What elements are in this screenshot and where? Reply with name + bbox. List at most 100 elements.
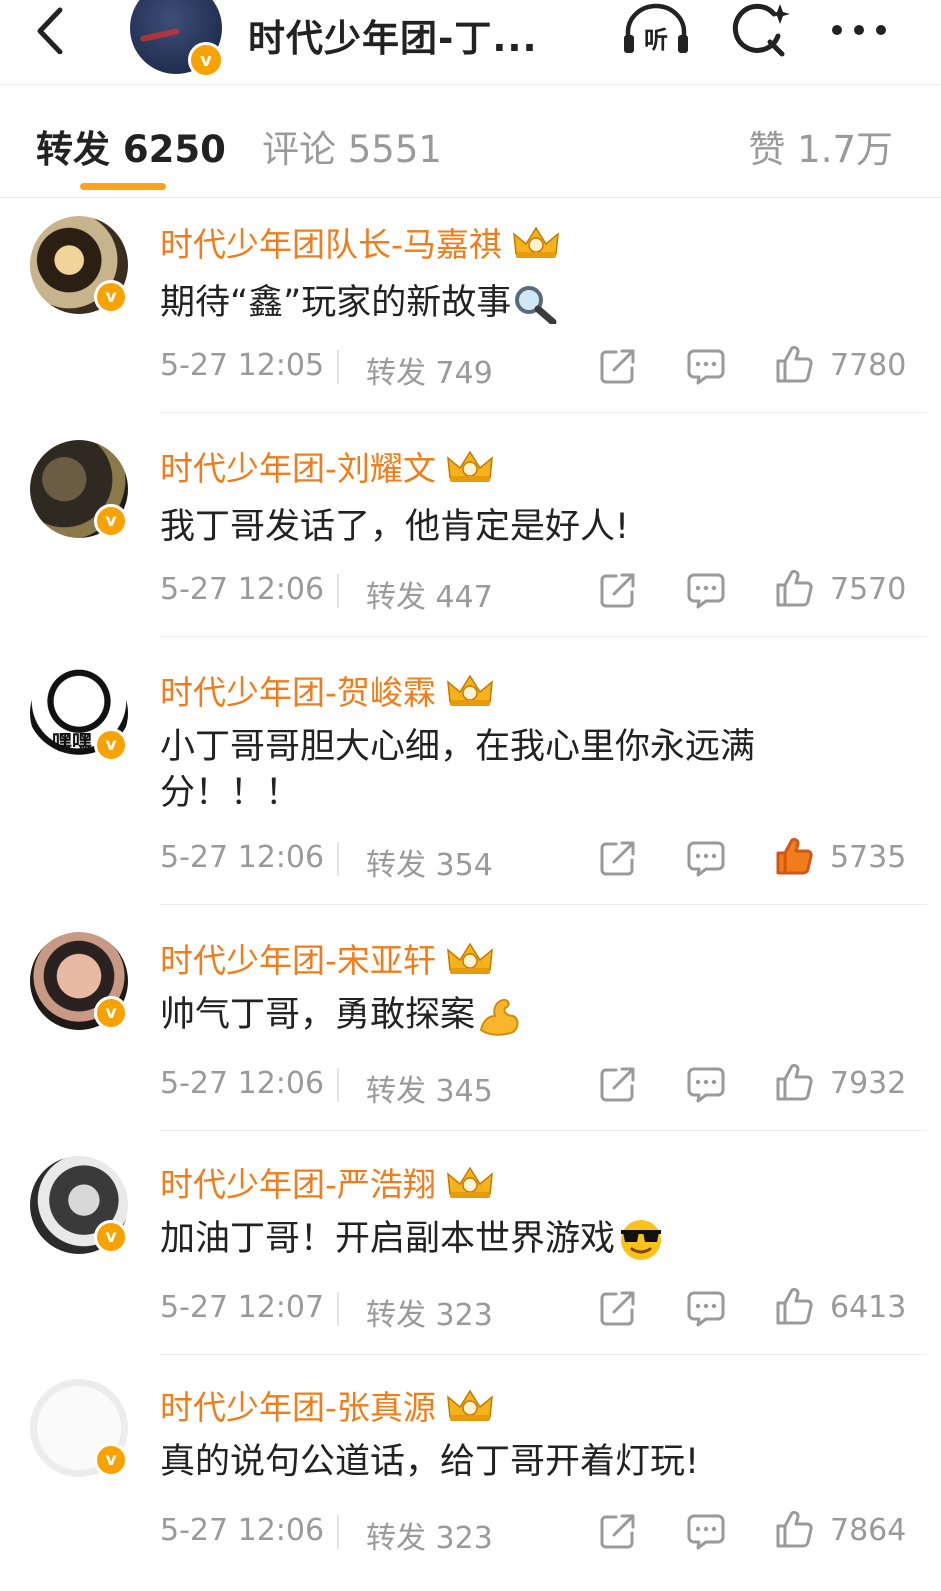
commenter-name-text: 时代少年团-宋亚轩 — [160, 941, 436, 980]
share-button[interactable] — [598, 838, 638, 878]
like-button[interactable] — [774, 344, 814, 384]
comment-bubble-icon — [687, 1291, 725, 1327]
like-button[interactable] — [774, 1509, 814, 1549]
share-icon — [600, 841, 635, 876]
muscle-emoji-icon — [479, 998, 519, 1036]
comment-text-body: 小丁哥哥胆大心细，在我心里你永远满分！！！ — [160, 727, 756, 813]
share-button[interactable] — [598, 570, 638, 610]
commenter-name-text: 时代少年团-刘耀文 — [160, 449, 436, 488]
page-title: 时代少年团-丁... — [248, 17, 538, 60]
author-avatar[interactable]: v — [130, 0, 224, 78]
repost-count[interactable]: 转发 323 — [366, 1513, 493, 1557]
commenter-name[interactable]: 时代少年团-宋亚轩 — [160, 934, 494, 982]
commenter-avatar[interactable]: v — [30, 1156, 128, 1254]
comment-meta: 5-27 12:06 转发 345 7932 — [160, 1063, 906, 1109]
more-button[interactable] — [828, 2, 890, 58]
share-icon — [600, 349, 635, 384]
comment-meta: 5-27 12:06 转发 323 7864 — [160, 1510, 906, 1556]
commenter-name-text: 时代少年团-张真源 — [160, 1388, 436, 1427]
comment-text: 加油丁哥！开启副本世界游戏 — [160, 1216, 840, 1262]
commenter-avatar[interactable]: v — [30, 216, 128, 314]
comment-text: 我丁哥发话了，他肯定是好人! — [160, 504, 840, 550]
verified-badge-icon: v — [94, 728, 128, 762]
meta-divider — [337, 350, 339, 384]
thumbs-up-icon — [776, 345, 813, 383]
top-bar: v 时代少年团-丁... 听 — [0, 0, 941, 85]
like-button[interactable] — [774, 1286, 814, 1326]
verified-badge-icon: v — [94, 996, 128, 1030]
svg-text:听: 听 — [644, 26, 668, 54]
tab-repost[interactable]: 转发 6250 — [36, 119, 226, 173]
avatar-caption: 嘿嘿 — [52, 730, 92, 754]
comment-meta: 5-27 12:06 转发 354 5735 — [160, 837, 906, 883]
reply-button[interactable] — [686, 1288, 726, 1328]
comment-text-body: 期待“鑫”玩家的新故事 — [160, 283, 512, 323]
comment-bubble-icon — [687, 349, 725, 385]
repost-count[interactable]: 转发 345 — [366, 1066, 493, 1110]
commenter-name[interactable]: 时代少年团-刘耀文 — [160, 442, 494, 490]
share-button[interactable] — [598, 1288, 638, 1328]
thumbs-up-icon — [776, 1510, 813, 1548]
meta-divider — [337, 574, 339, 608]
commenter-avatar[interactable]: v — [30, 932, 128, 1030]
reply-button[interactable] — [686, 346, 726, 386]
thumbs-up-icon — [776, 837, 813, 875]
comment-meta: 5-27 12:06 转发 447 7570 — [160, 569, 906, 615]
verified-badge-icon: v — [94, 1220, 128, 1254]
crown-badge-icon — [446, 450, 493, 482]
commenter-name[interactable]: 时代少年团-张真源 — [160, 1381, 494, 1429]
tab-like[interactable]: 赞 1.7万 — [748, 119, 893, 173]
crown-badge-icon — [512, 226, 559, 258]
back-button[interactable] — [28, 4, 78, 54]
search-button[interactable] — [730, 2, 792, 58]
like-button[interactable] — [774, 568, 814, 608]
repost-count[interactable]: 转发 354 — [366, 840, 493, 884]
comment-text-body: 加油丁哥！开启副本世界游戏 — [160, 1219, 616, 1259]
comment-time: 5-27 12:06 — [160, 1513, 325, 1548]
repost-count[interactable]: 转发 447 — [366, 572, 493, 616]
sunglasses-emoji-icon — [621, 1220, 662, 1260]
emoji-slot — [475, 995, 521, 1036]
share-icon — [600, 1291, 635, 1326]
thumbs-up-icon — [776, 569, 813, 607]
commenter-name[interactable]: 时代少年团-贺峻霖 — [160, 666, 494, 714]
comment-time: 5-27 12:06 — [160, 1066, 325, 1101]
commenter-avatar[interactable]: 嘿嘿 v — [30, 664, 128, 762]
crown-badge-icon — [446, 1166, 493, 1198]
repost-count[interactable]: 转发 749 — [366, 348, 493, 392]
more-dots-icon — [832, 25, 886, 35]
commenter-name[interactable]: 时代少年团队长-马嘉祺 — [160, 218, 560, 266]
share-button[interactable] — [598, 346, 638, 386]
reply-button[interactable] — [686, 838, 726, 878]
repost-count[interactable]: 转发 323 — [366, 1290, 493, 1334]
reply-button[interactable] — [686, 570, 726, 610]
commenter-avatar[interactable]: v — [30, 440, 128, 538]
commenter-name[interactable]: 时代少年团-严浩翔 — [160, 1158, 494, 1206]
share-button[interactable] — [598, 1064, 638, 1104]
verified-badge-icon: v — [94, 504, 128, 538]
reply-button[interactable] — [686, 1511, 726, 1551]
crown-badge-icon — [446, 1389, 493, 1421]
search-sparkle-icon — [732, 3, 790, 57]
comment-time: 5-27 12:06 — [160, 572, 325, 607]
emoji-slot — [615, 1219, 665, 1260]
share-button[interactable] — [598, 1511, 638, 1551]
commenter-avatar[interactable]: v — [30, 1379, 128, 1477]
comment-text: 期待“鑫”玩家的新故事 — [160, 280, 840, 326]
like-button[interactable] — [774, 1062, 814, 1102]
comment-bubble-icon — [687, 1067, 725, 1103]
comment-text-body: 帅气丁哥，勇敢探案 — [160, 995, 476, 1035]
like-count: 7570 — [830, 572, 907, 607]
comment-divider — [160, 904, 927, 905]
reply-button[interactable] — [686, 1064, 726, 1104]
meta-divider — [337, 1292, 339, 1326]
thumbs-up-icon — [776, 1063, 813, 1101]
tab-comment[interactable]: 评论 5551 — [262, 119, 442, 173]
listen-button[interactable]: 听 — [622, 2, 688, 58]
comment-bubble-icon — [687, 573, 725, 609]
like-button[interactable] — [774, 836, 814, 876]
verified-badge-icon: v — [94, 280, 128, 314]
verified-badge-icon: v — [188, 42, 224, 78]
meta-divider — [337, 1515, 339, 1549]
comment-text: 小丁哥哥胆大心细，在我心里你永远满分！！！ — [160, 724, 840, 816]
